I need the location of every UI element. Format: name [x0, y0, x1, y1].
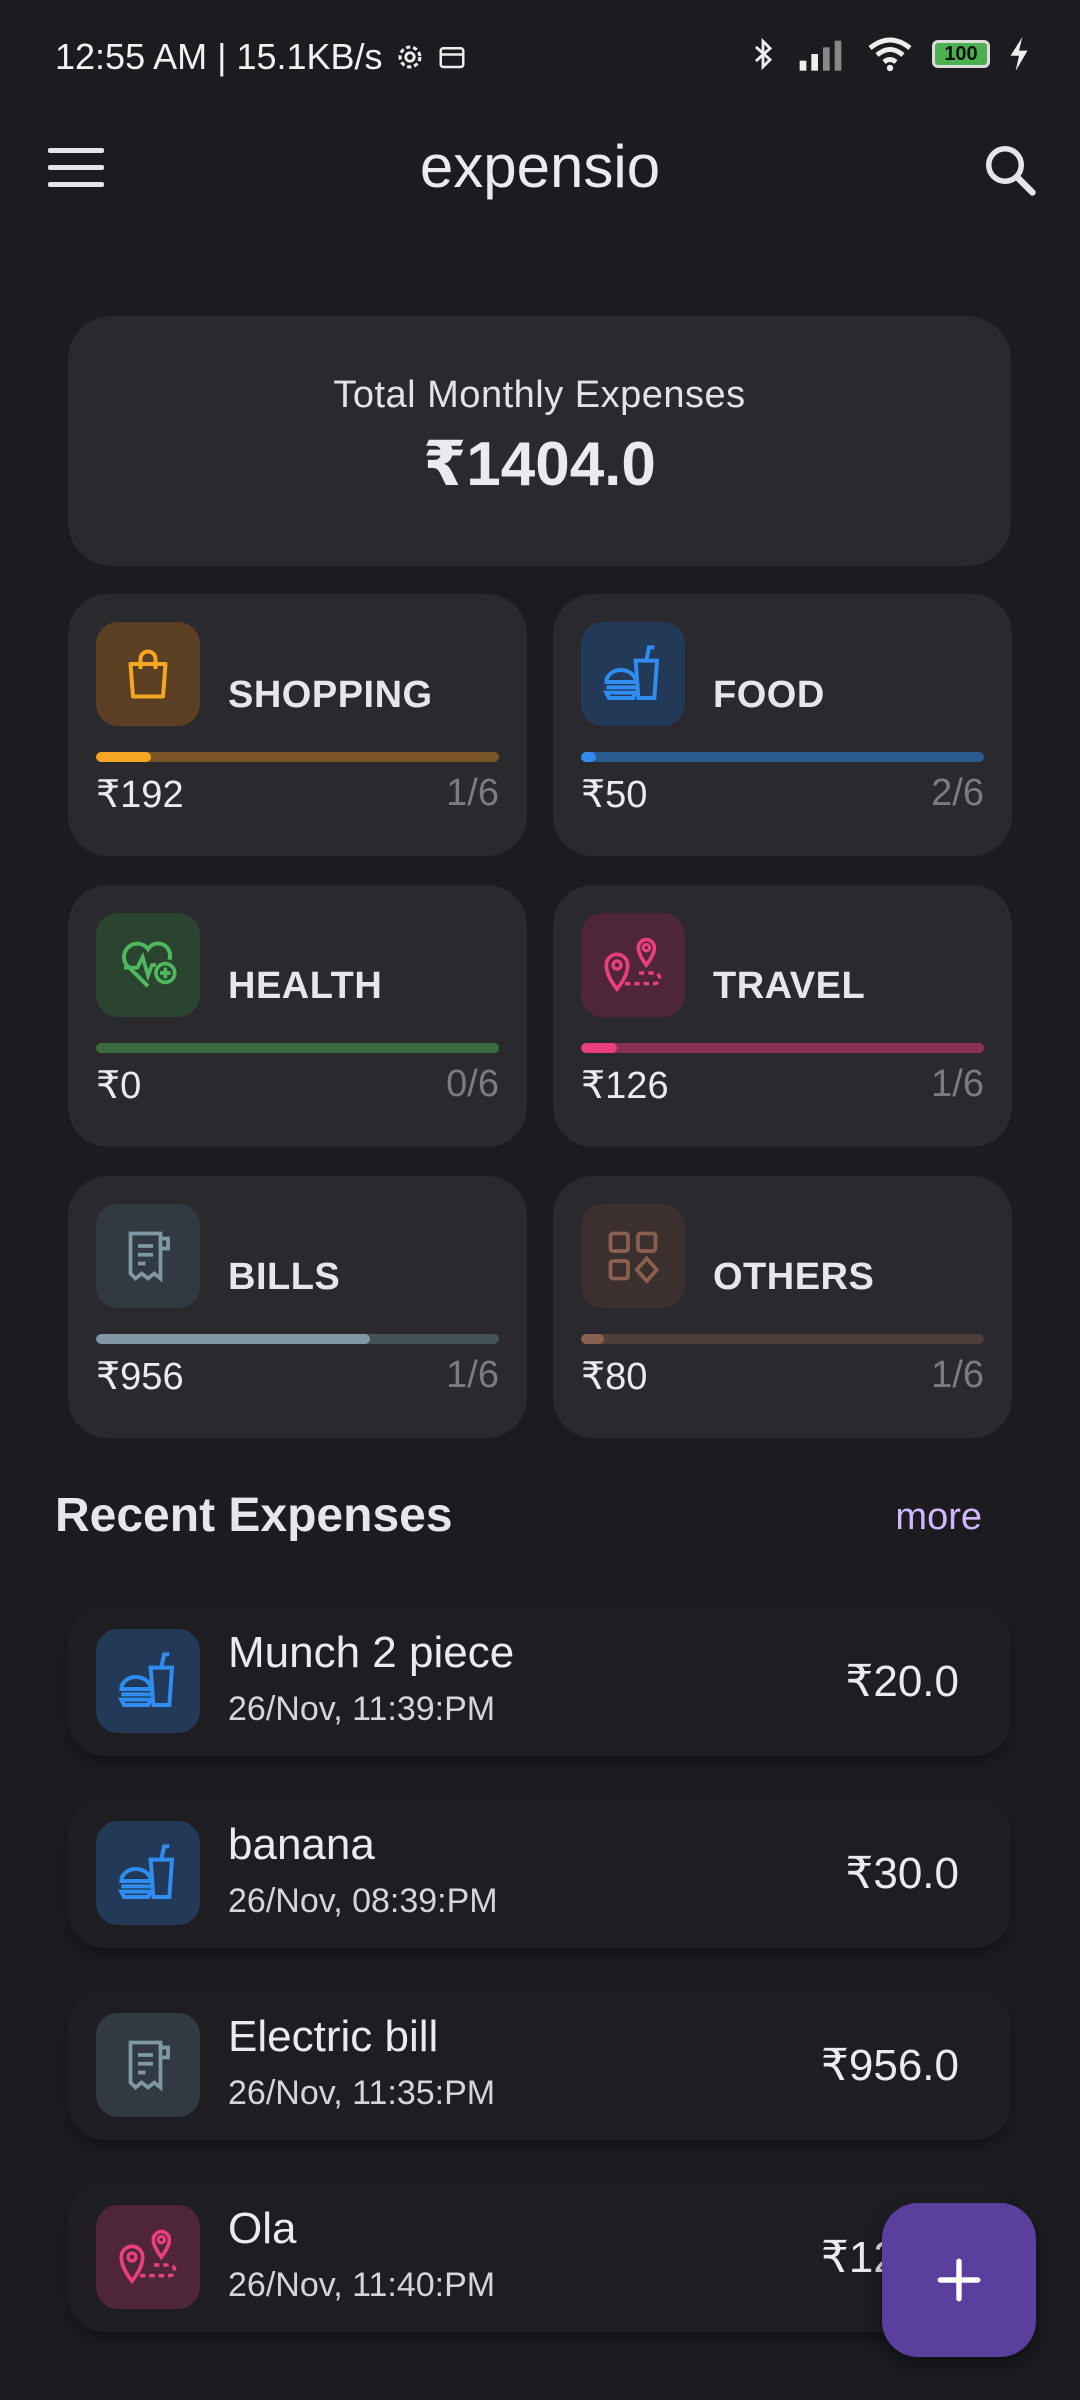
fast-food-icon: [118, 1652, 175, 1707]
fast-food-icon: [603, 645, 660, 700]
expense-date: 26/Nov, 11:35:PM: [228, 2074, 496, 2112]
category-icon-tile: [96, 1204, 200, 1308]
expense-item[interactable]: Electric bill 26/Nov, 11:35:PM ₹956.0: [68, 1990, 1011, 2140]
category-progress-bar: [581, 1334, 984, 1344]
category-name: BILLS: [228, 1256, 341, 1298]
battery-icon: 100: [932, 40, 990, 68]
category-progress-bar: [96, 1334, 499, 1344]
total-expenses-value: ₹1404.0: [423, 430, 656, 499]
status-time-speed: 12:55 AM | 15.1KB/s: [55, 36, 383, 77]
add-expense-button[interactable]: [882, 2203, 1036, 2357]
expense-title: Ola: [228, 2204, 297, 2253]
category-card-food[interactable]: FOOD ₹50 2/6: [553, 594, 1012, 856]
status-bar: 12:55 AM | 15.1KB/s 100: [0, 0, 1080, 120]
category-count: 2/6: [931, 772, 984, 814]
category-amount: ₹0: [96, 1065, 142, 1107]
receipt-icon: [128, 2040, 170, 2092]
category-count: 0/6: [446, 1063, 499, 1105]
category-name: TRAVEL: [713, 965, 866, 1007]
expense-item[interactable]: Ola 26/Nov, 11:40:PM ₹126.0: [68, 2182, 1011, 2332]
expense-amount: ₹30.0: [845, 1849, 959, 1898]
more-link[interactable]: more: [895, 1496, 982, 1539]
status-right: 100: [746, 34, 1030, 74]
expense-title: Electric bill: [228, 2012, 439, 2061]
expense-amount: ₹20.0: [845, 1657, 959, 1706]
category-progress-bar: [581, 752, 984, 762]
category-amount: ₹80: [581, 1356, 648, 1398]
expense-date: 26/Nov, 11:39:PM: [228, 1690, 496, 1728]
category-amount: ₹956: [96, 1356, 184, 1398]
expense-category-tile: [96, 1821, 200, 1925]
category-card-health[interactable]: HEALTH ₹0 0/6: [68, 885, 527, 1147]
expense-amount: ₹956.0: [820, 2041, 959, 2090]
category-progress-bar: [96, 752, 499, 762]
shopping-bag-icon: [128, 649, 168, 699]
total-expenses-card: Total Monthly Expenses ₹1404.0: [68, 316, 1011, 566]
category-icon-tile: [96, 622, 200, 726]
search-button[interactable]: [980, 140, 1040, 200]
status-left: 12:55 AM | 15.1KB/s: [55, 36, 467, 78]
wifi-icon: [868, 37, 912, 72]
category-card-others[interactable]: OTHERS ₹80 1/6: [553, 1176, 1012, 1438]
category-card-shopping[interactable]: SHOPPING ₹192 1/6: [68, 594, 527, 856]
heart-health-icon: [122, 941, 177, 988]
fast-food-icon: [118, 1844, 175, 1899]
category-name: SHOPPING: [228, 674, 433, 716]
expense-item[interactable]: Munch 2 piece 26/Nov, 11:39:PM ₹20.0: [68, 1606, 1011, 1756]
map-pin-travel-icon: [604, 937, 662, 992]
recent-expenses-title: Recent Expenses: [55, 1489, 453, 1542]
receipt-icon: [128, 1231, 170, 1283]
category-icon-tile: [581, 1204, 685, 1308]
calendar-icon: [439, 47, 465, 69]
app-bar: expensio: [0, 120, 1080, 220]
grid-shapes-icon: [608, 1231, 660, 1284]
category-card-travel[interactable]: TRAVEL ₹126 1/6: [553, 885, 1012, 1147]
bluetooth-icon: [754, 37, 773, 71]
plus-icon: [937, 2258, 981, 2302]
expense-title: banana: [228, 1820, 375, 1869]
settings-gear-icon: [398, 45, 422, 69]
expense-item[interactable]: banana 26/Nov, 08:39:PM ₹30.0: [68, 1798, 1011, 1948]
signal-icon: [799, 40, 842, 71]
expense-category-tile: [96, 1629, 200, 1733]
category-progress-bar: [96, 1043, 499, 1053]
category-count: 1/6: [931, 1063, 984, 1105]
expense-date: 26/Nov, 08:39:PM: [228, 1882, 498, 1920]
category-name: HEALTH: [228, 965, 383, 1007]
map-pin-travel-icon: [119, 2229, 177, 2284]
category-amount: ₹126: [581, 1065, 669, 1107]
battery-level: 100: [944, 42, 978, 65]
charging-bolt-icon: [1010, 37, 1028, 71]
category-count: 1/6: [446, 1354, 499, 1396]
category-amount: ₹50: [581, 774, 648, 816]
expense-date: 26/Nov, 11:40:PM: [228, 2266, 496, 2304]
category-progress-bar: [581, 1043, 984, 1053]
category-icon-tile: [581, 913, 685, 1017]
category-count: 1/6: [931, 1354, 984, 1396]
category-icon-tile: [96, 913, 200, 1017]
expense-category-tile: [96, 2013, 200, 2117]
category-name: FOOD: [713, 674, 825, 716]
total-expenses-label: Total Monthly Expenses: [333, 374, 746, 416]
app-title: expensio: [419, 133, 661, 200]
search-icon: [986, 146, 1036, 196]
expense-category-tile: [96, 2205, 200, 2309]
category-name: OTHERS: [713, 1256, 875, 1298]
category-card-bills[interactable]: BILLS ₹956 1/6: [68, 1176, 527, 1438]
expense-title: Munch 2 piece: [228, 1628, 515, 1677]
category-amount: ₹192: [96, 774, 184, 816]
category-icon-tile: [581, 622, 685, 726]
category-count: 1/6: [446, 772, 499, 814]
